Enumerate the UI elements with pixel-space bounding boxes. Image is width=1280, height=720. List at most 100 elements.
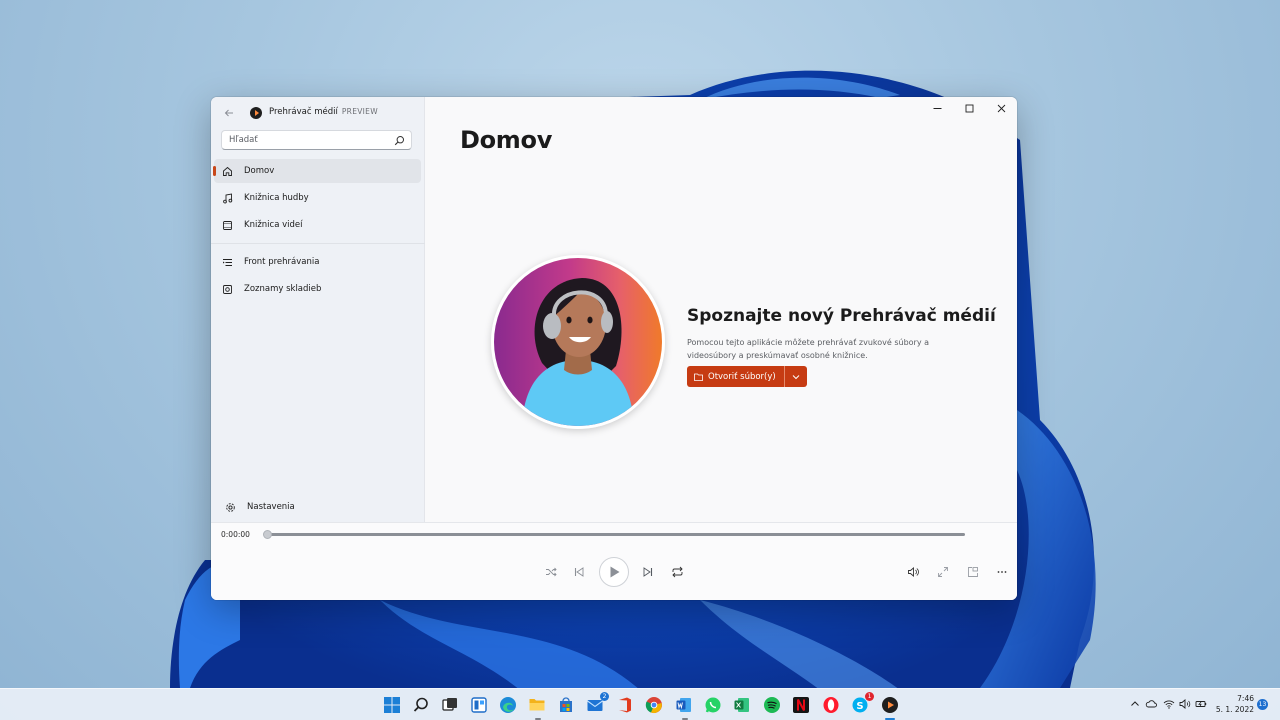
chrome-app[interactable] (645, 696, 663, 714)
nav-item-home[interactable]: Domov (213, 159, 421, 183)
skype-app[interactable]: S 1 (851, 692, 874, 714)
search-input[interactable] (229, 135, 389, 145)
seek-thumb[interactable] (263, 530, 272, 539)
page-title: Domov (460, 126, 553, 154)
media-player-window: Prehrávač médiíPREVIEW Domov Knižnica hu… (211, 97, 1017, 600)
folder-icon (529, 699, 545, 711)
play-button[interactable] (599, 557, 629, 587)
volume-tray-button[interactable] (1179, 699, 1191, 712)
open-files-button[interactable]: Otvoriť súbor(y) (687, 366, 784, 387)
widgets-button[interactable] (470, 696, 488, 714)
mini-player-icon (968, 567, 978, 577)
battery-charging-icon (1195, 701, 1207, 707)
minimize-icon (933, 107, 941, 109)
file-explorer-app[interactable] (528, 696, 546, 714)
nav-item-settings[interactable]: Nastavenia (217, 495, 424, 519)
navigation: Domov Knižnica hudby Knižnica videí Fron (211, 159, 425, 304)
network-tray-button[interactable] (1163, 699, 1175, 712)
repeat-button[interactable] (666, 561, 688, 583)
mail-badge: 2 (600, 692, 609, 701)
taskbar-clock[interactable]: 7:46 5. 1. 2022 (1214, 693, 1254, 715)
task-view-button[interactable] (441, 696, 459, 714)
opera-app[interactable] (822, 696, 840, 714)
app-name: Prehrávač médií (269, 107, 338, 117)
spotify-app[interactable] (763, 696, 781, 714)
skip-previous-icon (574, 567, 584, 577)
edge-icon (500, 697, 516, 713)
volume-icon (908, 567, 919, 577)
volume-button[interactable] (902, 561, 924, 583)
preview-badge: PREVIEW (341, 107, 378, 116)
open-files-label: Otvoriť súbor(y) (708, 371, 776, 382)
search-icon[interactable] (394, 135, 405, 146)
nav-label: Knižnica videí (244, 220, 303, 230)
battery-tray-button[interactable] (1195, 699, 1207, 712)
playlist-icon (221, 283, 233, 295)
nav-item-video-library[interactable]: Knižnica videí (214, 213, 421, 237)
nav-item-play-queue[interactable]: Front prehrávania (214, 250, 421, 274)
svg-text:S: S (856, 701, 863, 712)
hero-illustration (491, 255, 665, 429)
spotify-icon (764, 697, 780, 713)
word-app[interactable] (675, 696, 693, 714)
window-controls (921, 97, 1017, 119)
edge-app[interactable] (499, 696, 517, 714)
nav-label: Nastavenia (247, 502, 295, 512)
whatsapp-app[interactable] (704, 696, 722, 714)
opera-icon (823, 697, 839, 713)
nav-item-playlists[interactable]: Zoznamy skladieb (214, 277, 421, 301)
widgets-icon (471, 697, 487, 713)
hero-description: Pomocou tejto aplikácie môžete prehrávať… (687, 338, 930, 360)
fullscreen-icon (938, 567, 948, 577)
more-options-button[interactable] (991, 561, 1013, 583)
open-files-dropdown[interactable] (783, 366, 807, 387)
media-player-icon (882, 697, 898, 713)
nav-label: Domov (244, 166, 275, 176)
maximize-button[interactable] (953, 97, 985, 119)
nav-label: Knižnica hudby (244, 193, 309, 203)
taskbar-search-button[interactable] (412, 696, 430, 714)
title-bar: Prehrávač médií PREVIEW (211, 97, 425, 129)
home-icon (221, 165, 233, 177)
office-app[interactable] (616, 696, 634, 714)
skype-badge: 1 (865, 692, 874, 701)
taskbar: 2 S 1 7:46 5. 1. 2022 13 (0, 688, 1280, 720)
repeat-icon (671, 566, 683, 578)
chevron-up-icon (1131, 701, 1139, 706)
next-button[interactable] (637, 561, 659, 583)
office-icon (619, 697, 631, 713)
word-icon (676, 698, 691, 712)
shuffle-icon (546, 567, 557, 577)
notification-badge[interactable]: 13 (1257, 699, 1268, 710)
start-button[interactable] (383, 696, 401, 714)
back-button[interactable] (219, 103, 239, 123)
folder-icon (694, 373, 703, 381)
mini-player-button[interactable] (962, 561, 984, 583)
chrome-icon (645, 697, 662, 713)
nav-label: Zoznamy skladieb (244, 284, 322, 294)
onedrive-tray-button[interactable] (1145, 699, 1157, 712)
media-player-app[interactable] (881, 696, 899, 714)
show-hidden-icons-button[interactable] (1130, 699, 1140, 712)
excel-app[interactable] (733, 696, 751, 714)
store-icon (560, 697, 572, 712)
open-files-split-button: Otvoriť súbor(y) (687, 366, 807, 387)
current-time: 0:00:00 (221, 530, 250, 539)
main-content: Domov Spoznajte nový Prehrávač médií Pom… (426, 97, 1017, 522)
wifi-icon (1163, 700, 1175, 709)
seek-bar[interactable] (267, 533, 965, 536)
fullscreen-button[interactable] (932, 561, 954, 583)
chevron-down-icon (792, 374, 800, 379)
shuffle-button[interactable] (540, 561, 562, 583)
close-button[interactable] (985, 97, 1017, 119)
arrow-left-icon (224, 109, 233, 117)
gear-icon (224, 501, 236, 513)
netflix-app[interactable] (792, 696, 810, 714)
previous-button[interactable] (568, 561, 590, 583)
nav-item-music-library[interactable]: Knižnica hudby (214, 186, 421, 210)
store-app[interactable] (557, 696, 575, 714)
mail-app[interactable]: 2 (586, 692, 609, 714)
playback-bar: 0:00:00 (211, 522, 1017, 600)
app-title: Prehrávač médií PREVIEW (269, 107, 378, 117)
minimize-button[interactable] (921, 97, 953, 119)
